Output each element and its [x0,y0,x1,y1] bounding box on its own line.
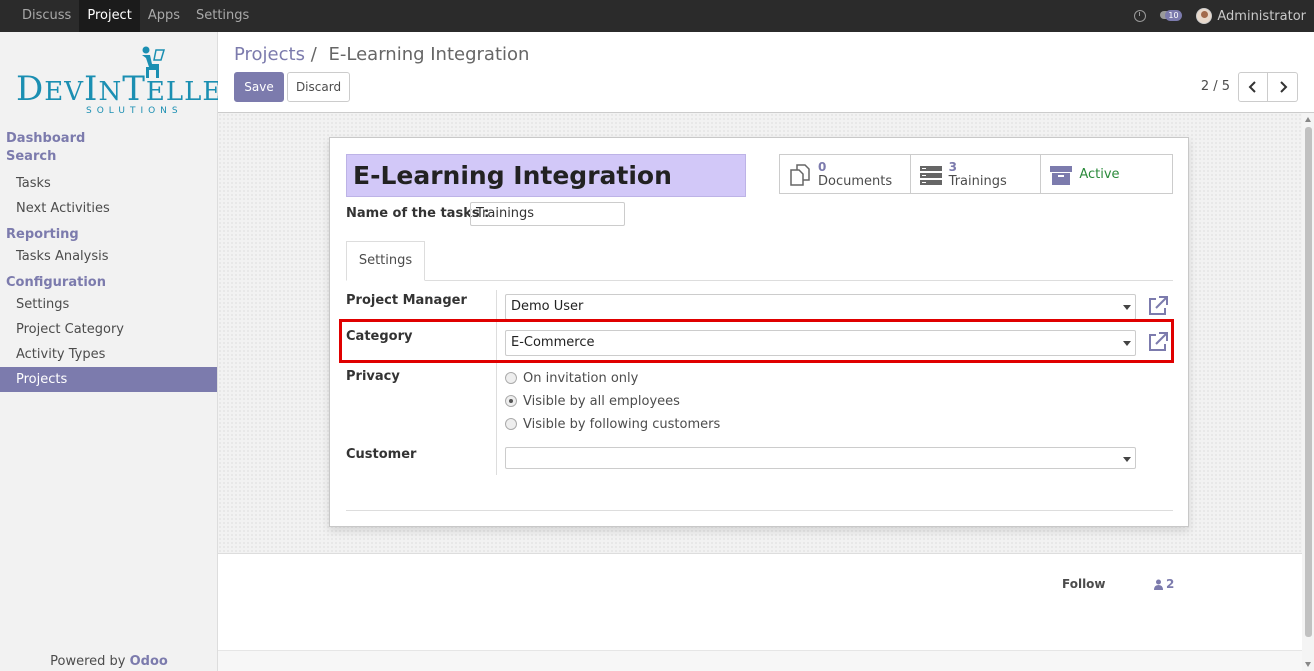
logo-subtitle: SOLUTIONS [86,106,183,116]
documents-count: 0 [818,160,827,174]
menu-settings[interactable]: Settings [188,0,257,32]
sidebar-item-project-category[interactable]: Project Category [0,317,217,342]
menu-apps[interactable]: Apps [140,0,188,32]
trainings-smart-button[interactable]: 3 Trainings [911,155,1042,193]
app-menu: Discuss Project Apps Settings [14,0,257,32]
avatar [1196,8,1213,24]
radio-button-checked[interactable] [505,395,517,407]
privacy-option-employees[interactable]: Visible by all employees [505,392,680,410]
control-panel: Projects / E-Learning Integration Save D… [218,32,1314,113]
project-manager-select[interactable]: Demo User [505,294,1136,320]
radio-button[interactable] [505,372,517,384]
sidebar-menu: Dashboard Search Tasks Next Activities R… [0,130,217,392]
vertical-scrollbar[interactable] [1302,113,1314,671]
trainings-label: Trainings [948,174,1007,189]
field-separator [496,290,497,475]
sidebar-item-projects[interactable]: Projects [0,367,217,392]
chevron-left-icon [1248,81,1256,93]
form-sheet: E-Learning Integration Name of the tasks… [329,137,1189,527]
pager-value[interactable]: 2 / 5 [1201,79,1230,94]
top-navbar: Discuss Project Apps Settings 10 Adminis… [0,0,1314,32]
sidebar-item-tasks-analysis[interactable]: Tasks Analysis [0,244,217,269]
tasks-name-input[interactable]: Trainings [470,202,625,226]
followers-count: 2 [1166,577,1175,591]
save-button[interactable]: Save [234,72,284,102]
pager-previous-button[interactable] [1238,72,1268,102]
followers-button[interactable]: 2 [1154,577,1174,591]
chevron-down-icon [1123,457,1131,462]
user-name: Administrator [1217,8,1306,24]
activity-clock-icon[interactable] [1134,10,1147,22]
sheet-divider [346,510,1173,511]
sidebar-item-tasks[interactable]: Tasks [0,171,217,196]
privacy-option-customers[interactable]: Visible by following customers [505,415,720,433]
powered-by-text: Powered by [50,654,126,669]
breadcrumb-separator: / [310,44,317,65]
privacy-option-label: Visible by following customers [523,416,721,432]
external-link-icon[interactable] [1147,331,1169,353]
chevron-right-icon [1279,81,1287,93]
menu-project[interactable]: Project [79,0,140,32]
sidebar-section-search[interactable]: Search [0,148,217,166]
breadcrumb-projects-link[interactable]: Projects [234,44,305,65]
smart-buttons: 0 Documents 3 Trainings Active [779,154,1173,194]
tasks-name-label: Name of the tasks : [346,206,490,221]
tab-divider [346,280,1173,281]
logo-wordmark: DEVINTELLE [16,69,223,109]
documents-icon [790,164,810,186]
active-label: Active [1079,167,1120,182]
sidebar: DEVINTELLE SOLUTIONS Dashboard Search Ta… [0,32,221,671]
sidebar-section-reporting[interactable]: Reporting [0,226,217,244]
menu-discuss[interactable]: Discuss [14,0,79,32]
scroll-up-icon[interactable] [1305,117,1311,122]
breadcrumb-current: E-Learning Integration [328,44,530,65]
project-name-input[interactable]: E-Learning Integration [346,154,746,197]
project-manager-label: Project Manager [346,293,467,308]
systray: 10 Administrator [1134,0,1306,32]
sidebar-section-dashboard[interactable]: Dashboard [0,130,217,148]
category-select[interactable]: E-Commerce [505,330,1136,356]
category-value: E-Commerce [511,335,595,350]
scrollbar-thumb[interactable] [1305,127,1312,637]
privacy-option-label: On invitation only [523,370,639,386]
odoo-link[interactable]: Odoo [130,654,168,669]
category-label: Category [346,329,413,344]
company-logo: DEVINTELLE SOLUTIONS [16,46,221,118]
powered-by: Powered by Odoo [0,654,218,669]
pager-next-button[interactable] [1268,72,1298,102]
user-icon [1154,579,1163,590]
tab-settings[interactable]: Settings [346,241,425,281]
privacy-option-label: Visible by all employees [523,393,680,409]
message-count-badge: 10 [1165,10,1182,21]
sidebar-item-activity-types[interactable]: Activity Types [0,342,217,367]
privacy-label: Privacy [346,369,400,384]
sidebar-item-settings[interactable]: Settings [0,292,217,317]
project-manager-value: Demo User [511,299,584,314]
trainings-count: 3 [948,160,958,174]
follow-button[interactable]: Follow [1062,577,1106,591]
privacy-option-invitation[interactable]: On invitation only [505,369,638,387]
external-link-icon[interactable] [1147,295,1169,317]
messages-icon[interactable]: 10 [1160,9,1182,23]
documents-label: Documents [818,174,893,189]
documents-smart-button[interactable]: 0 Documents [780,155,911,193]
sidebar-section-configuration[interactable]: Configuration [0,274,217,292]
user-menu[interactable]: Administrator [1196,8,1306,24]
customer-select[interactable] [505,447,1136,469]
tasks-icon [919,166,942,185]
active-toggle-button[interactable]: Active [1041,155,1172,193]
chevron-down-icon [1123,305,1131,310]
bottom-strip [218,650,1302,671]
customer-label: Customer [346,447,417,462]
archive-icon [1050,166,1073,185]
chevron-down-icon [1123,341,1131,346]
breadcrumb: Projects / E-Learning Integration [234,44,529,65]
scroll-down-icon[interactable] [1305,662,1311,667]
discard-button[interactable]: Discard [287,72,350,102]
sidebar-item-next-activities[interactable]: Next Activities [0,196,217,221]
radio-button[interactable] [505,418,517,430]
